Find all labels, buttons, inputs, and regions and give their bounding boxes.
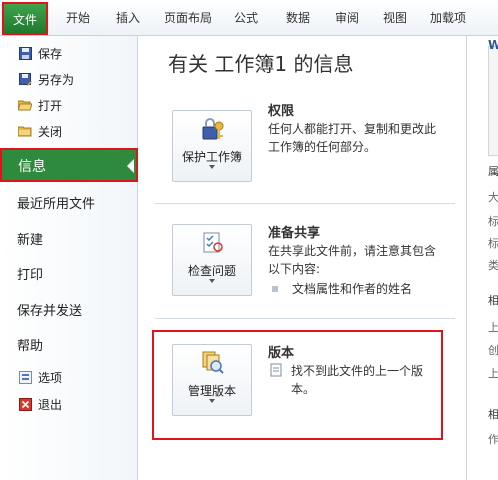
tab-file[interactable]: 文件 — [2, 2, 48, 35]
version-doc-icon — [270, 363, 284, 377]
close-folder-icon — [18, 125, 32, 138]
prepare-text: 在共享此文件前，请注意其包含以下内容: — [268, 244, 437, 276]
manage-versions-label: 管理版本 — [187, 384, 236, 398]
menu-print-label: 打印 — [17, 267, 44, 283]
tab-page-layout[interactable]: 页面布局 — [158, 4, 218, 32]
preview-char: 相 — [488, 408, 498, 421]
tab-formulas[interactable]: 公式 — [228, 4, 264, 32]
menu-save-as[interactable]: 另存为 — [0, 70, 138, 88]
inspect-document-icon — [201, 231, 225, 255]
chevron-down-icon — [209, 165, 215, 169]
open-folder-icon — [18, 99, 32, 112]
chevron-down-icon — [209, 279, 215, 283]
menu-save-send[interactable]: 保存并发送 — [0, 298, 138, 320]
menu-recent-label: 最近所用文件 — [17, 196, 96, 212]
document-preview — [488, 46, 498, 156]
save-icon — [18, 46, 32, 60]
menu-close[interactable]: 关闭 — [0, 122, 138, 140]
manage-versions-button[interactable]: 管理版本 — [172, 344, 252, 416]
menu-save[interactable]: 保存 — [0, 44, 138, 62]
versions-icon — [201, 351, 225, 375]
menu-info-selected[interactable]: 信息 — [0, 148, 138, 182]
permissions-heading: 权限 — [268, 104, 295, 119]
versions-text: 找不到此文件的上一个版本。 — [291, 364, 424, 396]
menu-help-label: 帮助 — [17, 338, 44, 354]
tab-addins[interactable]: 加载项 — [425, 4, 471, 32]
menu-recent[interactable]: 最近所用文件 — [0, 191, 138, 213]
page-title: 有关 工作簿1 的信息 — [168, 52, 354, 76]
menu-open-label: 打开 — [38, 98, 63, 113]
ribbon-tabs: 文件 开始 插入 页面布局 公式 数据 审阅 视图 加载项 — [0, 0, 498, 36]
tab-view[interactable]: 视图 — [377, 4, 413, 32]
section-divider — [155, 203, 455, 204]
prepare-heading: 准备共享 — [268, 226, 321, 241]
options-icon — [18, 370, 32, 384]
preview-char: 标 — [488, 237, 498, 250]
preview-char: 标 — [488, 215, 498, 228]
tab-home[interactable]: 开始 — [60, 4, 96, 32]
backstage-sidebar: 保存 另存为 打开 关闭 信息 最近所用文件 新建 打印 保存并发送 帮助 选项… — [0, 36, 138, 480]
menu-help[interactable]: 帮助 — [0, 333, 138, 355]
lock-key-icon — [201, 117, 225, 141]
preview-char: 创 — [488, 344, 498, 357]
preview-char: 上 — [488, 367, 498, 380]
preview-char: 作 — [488, 433, 498, 446]
chevron-down-icon — [209, 399, 215, 403]
permissions-text: 任何人都能打开、复制和更改此工作簿的任何部分。 — [268, 122, 437, 154]
menu-close-label: 关闭 — [38, 124, 63, 139]
menu-info-label: 信息 — [18, 159, 46, 175]
versions-heading: 版本 — [268, 346, 295, 361]
section-divider — [155, 318, 455, 319]
menu-open[interactable]: 打开 — [0, 96, 138, 114]
save-as-icon — [18, 72, 32, 86]
check-issues-button[interactable]: 检查问题 — [172, 224, 252, 296]
menu-new-label: 新建 — [17, 232, 44, 248]
prepare-bullet-text: 文档属性和作者的姓名 — [292, 282, 413, 296]
menu-options[interactable]: 选项 — [0, 368, 138, 386]
preview-char: 属 — [488, 165, 498, 178]
preview-char: 类 — [488, 259, 498, 272]
tab-data[interactable]: 数据 — [280, 4, 316, 32]
menu-print[interactable]: 打印 — [0, 262, 138, 284]
preview-char: 大 — [488, 191, 498, 204]
protect-workbook-button[interactable]: 保护工作簿 — [172, 110, 252, 182]
tab-insert[interactable]: 插入 — [110, 4, 146, 32]
tab-review[interactable]: 审阅 — [329, 4, 365, 32]
bullet-icon — [272, 286, 278, 292]
protect-workbook-label: 保护工作簿 — [181, 150, 242, 164]
preview-char: 上 — [488, 321, 498, 334]
exit-icon — [18, 397, 32, 411]
menu-save-label: 保存 — [38, 46, 63, 61]
preview-char: W — [488, 38, 498, 52]
properties-panel: W 属 大 标 标 类 相 上 创 上 相 作 — [466, 36, 498, 480]
menu-new[interactable]: 新建 — [0, 227, 138, 249]
check-issues-label: 检查问题 — [187, 264, 236, 278]
menu-save-as-label: 另存为 — [38, 72, 75, 87]
menu-exit[interactable]: 退出 — [0, 395, 138, 413]
selected-arrow-icon — [127, 159, 134, 173]
preview-char: 相 — [488, 294, 498, 307]
menu-save-send-label: 保存并发送 — [17, 303, 83, 319]
menu-options-label: 选项 — [38, 370, 63, 385]
menu-exit-label: 退出 — [38, 397, 63, 412]
